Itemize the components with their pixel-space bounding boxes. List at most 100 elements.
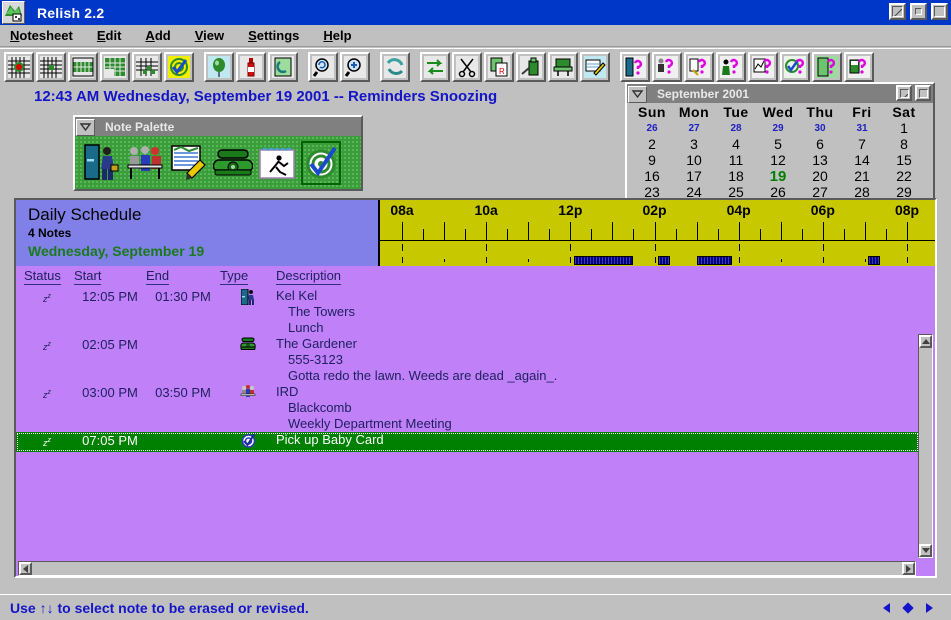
timeline-hour-mark	[570, 244, 572, 251]
calendar-day[interactable]: 16	[631, 168, 673, 184]
month-view-button[interactable]	[100, 51, 130, 82]
calendar-menu-button[interactable]	[628, 85, 647, 103]
horizontal-scrollbar[interactable]	[18, 561, 916, 576]
calendar-day[interactable]: 12	[757, 152, 799, 168]
palette-meeting-icon[interactable]	[125, 141, 165, 185]
calendar-day[interactable]: 21	[841, 168, 883, 184]
menu-bar: Notesheet Edit Add View Settings Help	[0, 25, 951, 47]
bottle-button[interactable]	[236, 51, 266, 82]
repeat-button[interactable]	[420, 51, 450, 82]
calendar-day[interactable]: 7	[841, 136, 883, 152]
calendar-day[interactable]: 4	[715, 136, 757, 152]
calendar-day[interactable]: 15	[883, 152, 925, 168]
calendar-day[interactable]: 22	[883, 168, 925, 184]
window-maximize-button[interactable]	[931, 3, 948, 20]
calendar-day[interactable]: 18	[715, 168, 757, 184]
window-mark-button[interactable]	[889, 3, 906, 20]
calendar-day-today[interactable]: 19	[757, 168, 799, 185]
ruler-tick	[591, 229, 593, 240]
scroll-left-button[interactable]	[19, 562, 32, 575]
timeline-bar-gardener[interactable]	[657, 256, 670, 265]
nav-next-button[interactable]	[926, 602, 933, 613]
table-row[interactable]: zz 07:05 PM Pick up Baby Card	[16, 432, 919, 452]
help-book-button[interactable]	[812, 51, 842, 82]
relish-app-icon[interactable]	[2, 1, 25, 24]
help-check-button[interactable]	[780, 51, 810, 82]
calendar-day[interactable]: 3	[673, 136, 715, 152]
calendar-day[interactable]: 26	[631, 123, 673, 134]
calendar-day[interactable]: 11	[715, 152, 757, 168]
calendar-day[interactable]: 20	[799, 168, 841, 184]
vertical-scrollbar[interactable]	[918, 334, 933, 558]
calendar-mark-button[interactable]	[896, 85, 912, 101]
palette-menu-button[interactable]	[76, 118, 95, 136]
year-view-button[interactable]	[132, 51, 162, 82]
nav-today-button[interactable]	[902, 601, 914, 614]
day-view-alt-button[interactable]	[36, 51, 66, 82]
timeline-bar-ird[interactable]	[696, 256, 732, 265]
table-row[interactable]: zz 03:00 PM 03:50 PM IRD Blackcomb Weekly Dep…	[16, 384, 919, 432]
scroll-right-button[interactable]	[902, 562, 915, 575]
menu-view[interactable]: View	[193, 27, 226, 44]
edit-note-button[interactable]	[580, 51, 610, 82]
calendar-week-row: 2345678	[631, 136, 929, 152]
address-book-button[interactable]	[268, 51, 298, 82]
calendar-maximize-button[interactable]	[915, 85, 931, 101]
palette-phone-icon[interactable]	[213, 141, 253, 185]
menu-add[interactable]: Add	[143, 27, 172, 44]
zoom-out-button[interactable]	[308, 51, 338, 82]
timeline-hour-mark	[654, 244, 656, 251]
scroll-up-button[interactable]	[919, 335, 932, 348]
cut-button[interactable]	[452, 51, 482, 82]
calendar-day[interactable]: 9	[631, 152, 673, 168]
scroll-down-button[interactable]	[919, 544, 932, 557]
palette-appointment-icon[interactable]	[81, 141, 121, 185]
calendar-day[interactable]: 29	[757, 123, 799, 134]
table-row[interactable]: zz 02:05 PM The Gardener 555-3123 Gotta redo…	[16, 336, 919, 384]
help-sheet-button[interactable]	[844, 51, 874, 82]
calendar-day[interactable]: 28	[715, 123, 757, 134]
paste-button[interactable]	[516, 51, 546, 82]
calendar-day[interactable]: 5	[757, 136, 799, 152]
nav-previous-button[interactable]	[883, 602, 890, 613]
window-minimize-button[interactable]	[910, 3, 927, 20]
day-view-button[interactable]	[4, 51, 34, 82]
calendar-day[interactable]: 27	[673, 123, 715, 134]
palette-todo-icon[interactable]	[301, 140, 341, 185]
calendar-day[interactable]: 2	[631, 136, 673, 152]
timeline-appointment-bars	[380, 244, 935, 266]
menu-settings[interactable]: Settings	[246, 27, 301, 44]
print-button[interactable]	[548, 51, 578, 82]
reminder-button[interactable]	[204, 51, 234, 82]
timeline-bar-lunch[interactable]	[573, 256, 634, 265]
help-note-button[interactable]	[684, 51, 714, 82]
calendar-day[interactable]: 13	[799, 152, 841, 168]
week-view-button[interactable]	[68, 51, 98, 82]
table-row[interactable]: zz 12:05 PM 01:30 PM Kel Kel The Towers Lunch	[16, 288, 919, 336]
todo-view-button[interactable]	[164, 51, 194, 82]
timeline-ruler[interactable]: 08a 10a 12p 02p 04p 06p 08p	[380, 200, 935, 266]
palette-event-icon[interactable]	[257, 141, 297, 185]
calendar-day[interactable]: 14	[841, 152, 883, 168]
calendar-week-row: 26 27 28 29 30 31 1	[631, 120, 929, 136]
calendar-day[interactable]: 30	[799, 123, 841, 134]
calendar-day[interactable]: 1	[883, 120, 925, 136]
menu-notesheet[interactable]: Notesheet	[8, 27, 75, 44]
calendar-day[interactable]: 6	[799, 136, 841, 152]
zoom-in-button[interactable]	[340, 51, 370, 82]
calendar-day[interactable]: 31	[841, 123, 883, 134]
help-meeting-button[interactable]	[652, 51, 682, 82]
menu-help[interactable]: Help	[321, 27, 353, 44]
palette-note-icon[interactable]	[169, 141, 209, 185]
timeline-bar-babycard[interactable]	[868, 256, 881, 265]
calendar-day[interactable]: 10	[673, 152, 715, 168]
help-door-button[interactable]	[620, 51, 650, 82]
copy-button[interactable]: R	[484, 51, 514, 82]
calendar-day[interactable]: 8	[883, 136, 925, 152]
dial-phone-button[interactable]	[380, 51, 410, 82]
calendar-day[interactable]: 17	[673, 168, 715, 184]
help-person-button[interactable]	[716, 51, 746, 82]
menu-edit[interactable]: Edit	[95, 27, 124, 44]
description-detail: Lunch	[288, 320, 324, 335]
help-chart-button[interactable]	[748, 51, 778, 82]
